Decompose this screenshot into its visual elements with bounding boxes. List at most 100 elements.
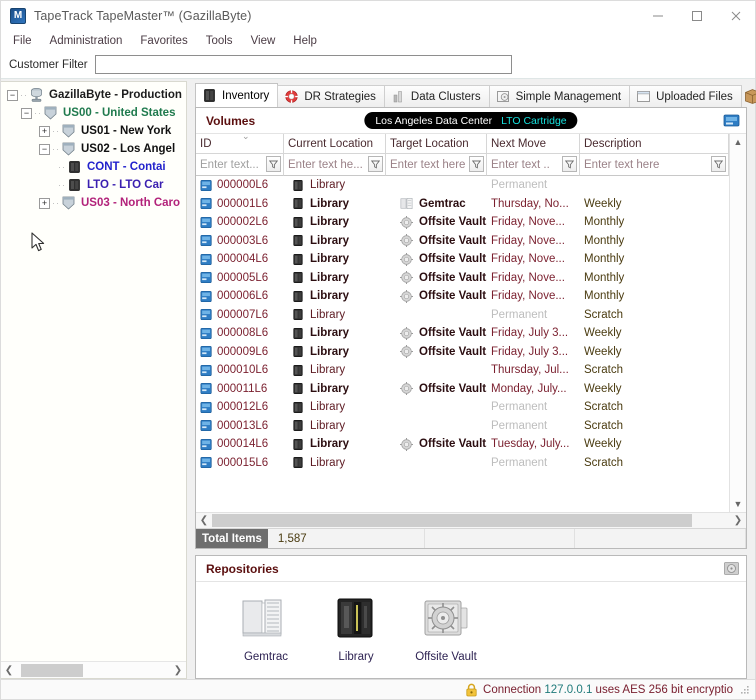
pane-splitter[interactable] <box>187 79 193 679</box>
tab-label: Inventory <box>222 89 270 102</box>
tab-dr-strategies[interactable]: DR Strategies <box>277 85 385 107</box>
tape-cartridge-icon[interactable] <box>723 113 740 128</box>
filter-cell-description[interactable]: Enter text here <box>580 154 729 176</box>
minimize-icon[interactable] <box>638 1 677 31</box>
tree-node-lto[interactable]: ··· LTO - LTO Car <box>1 176 186 194</box>
menu-item-view[interactable]: View <box>242 31 285 51</box>
scroll-track[interactable] <box>212 513 730 529</box>
table-row[interactable]: 000007L6 Library Permanent Scratch <box>196 306 729 325</box>
repository-item-offsite-vault[interactable]: Offsite Vault <box>402 594 490 663</box>
vault-icon[interactable] <box>723 561 740 576</box>
scroll-thumb[interactable] <box>212 513 692 527</box>
grid-scroll-area: ID ⌄ Current Location Target Location Ne… <box>196 134 746 512</box>
tree-node-label: US03 - North Caro <box>81 197 181 209</box>
tree-expander-icon[interactable]: − <box>21 107 32 119</box>
customer-filter-input[interactable] <box>94 55 512 74</box>
tree-horizontal-scrollbar[interactable]: ❮ ❯ <box>1 661 186 678</box>
filter-icon[interactable] <box>368 156 383 172</box>
scroll-left-icon[interactable]: ❮ <box>196 515 212 526</box>
repository-label: Offsite Vault <box>415 651 477 663</box>
tree-node-us00[interactable]: − ·· US00 - United States <box>1 104 186 122</box>
tab-data-clusters[interactable]: Data Clusters <box>383 85 490 107</box>
filter-icon[interactable] <box>711 156 726 172</box>
grid-vertical-scrollbar[interactable]: ▲ ▼ <box>729 134 746 512</box>
filter-icon[interactable] <box>562 156 577 172</box>
library-icon <box>292 382 304 395</box>
table-row[interactable]: 000000L6 Library Permanent <box>196 176 729 195</box>
scroll-thumb[interactable] <box>21 663 83 677</box>
menu-item-file[interactable]: File <box>9 31 41 51</box>
table-row[interactable]: 000005L6 Library Offsite Vault... Friday, N… <box>196 269 729 288</box>
column-header-next-move[interactable]: Next Move <box>487 134 580 154</box>
tape-drive-icon <box>202 88 217 103</box>
grid-rows[interactable]: 000000L6 Library Permanent 000001L6 Library G… <box>196 176 729 512</box>
filter-cell-next-move[interactable]: Enter text .. <box>487 154 580 176</box>
box-icon[interactable] <box>743 87 756 105</box>
cell-next-move: Friday, Nove... <box>491 216 565 229</box>
volume-icon <box>200 234 213 247</box>
table-row[interactable]: 000002L6 Library Offsite Vault... Friday, N… <box>196 213 729 232</box>
library-icon <box>292 308 304 321</box>
menu-item-tools[interactable]: Tools <box>197 31 242 51</box>
menu-item-help[interactable]: Help <box>284 31 326 51</box>
tree-node-gazillabyte-production[interactable]: − ·· GazillaByte - Production <box>1 86 186 104</box>
table-row[interactable]: 000011L6 Library Offsite Vault... Monday, J… <box>196 380 729 399</box>
cell-id-text: 000003L6 <box>217 234 269 247</box>
table-row[interactable]: 000013L6 Library Permanent Scratch <box>196 417 729 436</box>
maximize-icon[interactable] <box>677 1 716 31</box>
scroll-up-icon[interactable]: ▲ <box>730 134 747 150</box>
close-icon[interactable] <box>716 1 755 31</box>
filter-cell-current-location[interactable]: Enter text he... <box>284 154 386 176</box>
tab-uploaded-files[interactable]: Uploaded Files <box>629 85 742 107</box>
scroll-track[interactable] <box>730 150 747 496</box>
filter-cell-id[interactable]: Enter text... <box>196 154 284 176</box>
column-header-description[interactable]: Description <box>580 134 729 154</box>
cell-id: 000009L6 <box>196 345 284 358</box>
column-header-current-location[interactable]: Current Location <box>284 134 386 154</box>
scroll-track[interactable] <box>17 662 170 679</box>
cell-id: 000000L6 <box>196 179 284 192</box>
tree-expander-icon[interactable]: − <box>39 143 50 155</box>
cell-id-text: 000012L6 <box>217 401 269 414</box>
column-header-target-location[interactable]: Target Location <box>386 134 487 154</box>
navigation-tree[interactable]: − ·· GazillaByte - Production − ·· US00 … <box>1 82 186 661</box>
menu-item-favorites[interactable]: Favorites <box>131 31 196 51</box>
table-row[interactable]: 000015L6 Library Permanent Scratch <box>196 454 729 473</box>
column-header-id[interactable]: ID ⌄ <box>196 134 284 154</box>
tab-inventory[interactable]: Inventory <box>195 83 279 107</box>
cell-next-move: Permanent <box>491 179 548 192</box>
repository-item-gemtrac[interactable]: Gemtrac <box>222 594 310 663</box>
scroll-right-icon[interactable]: ❯ <box>730 515 746 526</box>
repository-item-library[interactable]: Library <box>312 594 400 663</box>
scroll-left-icon[interactable]: ❮ <box>1 665 17 676</box>
repositories-list: Gemtrac Library Offsite Vault <box>196 582 746 678</box>
volume-icon <box>200 179 213 192</box>
tree-node-cont[interactable]: ··· CONT - Contai <box>1 158 186 176</box>
table-row[interactable]: 000009L6 Library Offsite Vault... Friday, J… <box>196 343 729 362</box>
menu-item-administration[interactable]: Administration <box>41 31 132 51</box>
grid-horizontal-scrollbar[interactable]: ❮ ❯ <box>196 512 746 528</box>
table-row[interactable]: 000012L6 Library Permanent Scratch <box>196 398 729 417</box>
table-row[interactable]: 000004L6 Library Offsite Vault... Friday, N… <box>196 250 729 269</box>
tree-expander-icon[interactable]: − <box>7 89 18 101</box>
filter-icon[interactable] <box>266 156 281 172</box>
tree-expander-icon[interactable]: + <box>39 125 50 137</box>
table-row[interactable]: 000010L6 Library Thursday, Jul... Scratch <box>196 361 729 380</box>
tree-node-us02[interactable]: − ·· US02 - Los Angel <box>1 140 186 158</box>
tree-node-us01[interactable]: + ·· US01 - New York <box>1 122 186 140</box>
library-icon <box>292 197 304 210</box>
resize-grip-icon[interactable] <box>739 684 751 696</box>
tree-node-us03[interactable]: + ·· US03 - North Caro <box>1 194 186 212</box>
table-row[interactable]: 000008L6 Library Offsite Vault... Friday, J… <box>196 324 729 343</box>
filter-icon[interactable] <box>469 156 484 172</box>
scroll-down-icon[interactable]: ▼ <box>730 496 747 512</box>
table-row[interactable]: 000014L6 Library Offsite Vault... Tuesday, … <box>196 435 729 454</box>
tree-expander-icon[interactable]: + <box>39 197 50 209</box>
table-row[interactable]: 000001L6 Library Gemtrac Thursday, No... Wee… <box>196 195 729 214</box>
table-row[interactable]: 000006L6 Library Offsite Vault... Friday, N… <box>196 287 729 306</box>
filter-cell-target-location[interactable]: Enter text here <box>386 154 487 176</box>
cell-id: 000004L6 <box>196 253 284 266</box>
scroll-right-icon[interactable]: ❯ <box>170 665 186 676</box>
table-row[interactable]: 000003L6 Library Offsite Vault... Friday, N… <box>196 232 729 251</box>
tab-simple-management[interactable]: Simple Management <box>488 85 631 107</box>
